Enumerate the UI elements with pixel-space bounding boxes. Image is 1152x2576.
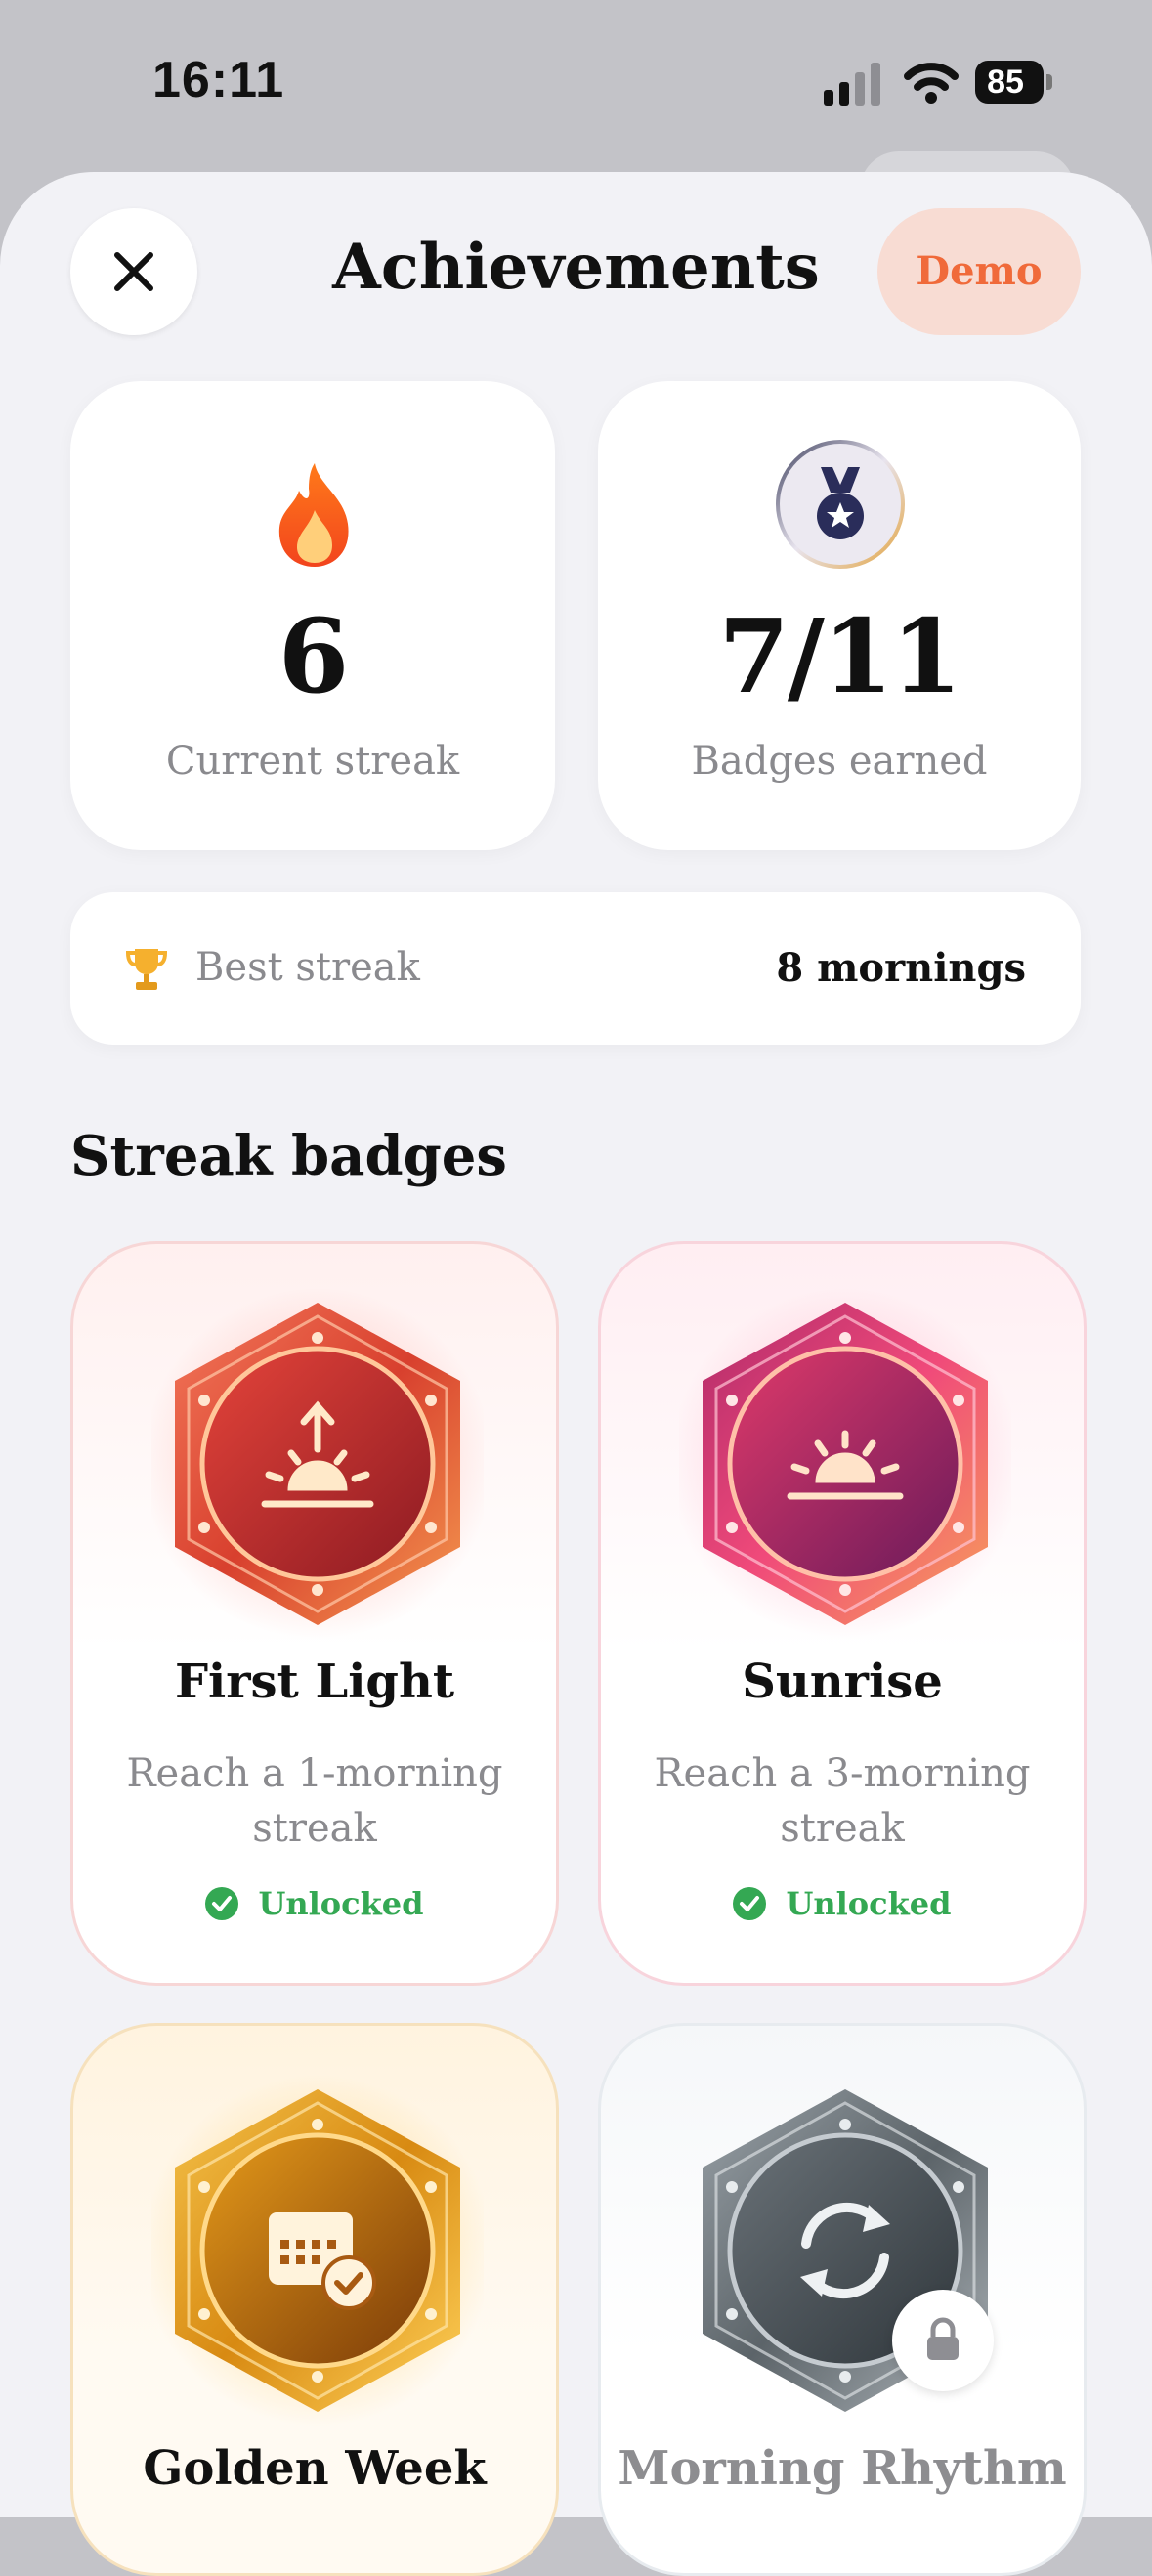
status-time: 16:11 [152,52,285,108]
badge-name: First Light [174,1654,455,1709]
sunrise-badge-emblem [679,1288,1011,1640]
badges-earned-card: 7/11 Badges earned [598,381,1081,850]
badge-name: Golden Week [143,2441,487,2496]
check-circle-icon [205,1887,239,1920]
badge-card-morning-rhythm[interactable]: Morning Rhythm [598,2023,1087,2576]
badge-name: Morning Rhythm [618,2441,1067,2496]
lock-indicator [892,2290,994,2391]
check-circle-icon [733,1887,767,1920]
cellular-signal-icon [824,63,880,106]
badges-earned-label: Badges earned [691,739,988,784]
flame-icon [278,463,349,567]
status-bar: 16:11 85 [0,0,1152,166]
badge-status: Unlocked [601,1885,1084,1922]
badge-description: Reach a 3-morning streak [654,1751,1031,1851]
medal-icon [776,440,905,569]
current-streak-card: 6 Current streak [70,381,555,850]
badge-card-sunrise[interactable]: Sunrise Reach a 3-morning streak Unlocke… [598,1241,1087,1986]
badge-card-first-light[interactable]: First Light Reach a 1-morning streak Unl… [70,1241,559,1986]
lock-icon [927,2317,959,2360]
current-streak-value: 6 [277,596,349,716]
badge-description: Reach a 1-morning streak [126,1751,503,1851]
golden-week-badge-emblem [151,2075,484,2426]
best-streak-row: Best streak 8 mornings [70,892,1081,1045]
battery-icon: 85 [975,61,1053,104]
section-title: Streak badges [70,1124,507,1188]
badges-earned-value: 7/11 [718,596,961,716]
badge-status-text: Unlocked [786,1885,952,1922]
best-streak-label: Best streak [195,945,420,990]
badge-status: Unlocked [73,1885,556,1922]
best-streak-value: 8 mornings [776,945,1026,991]
first-light-badge-emblem [151,1288,484,1640]
battery-level: 85 [987,64,1024,101]
wifi-icon [904,63,959,104]
badge-card-golden-week[interactable]: Golden Week [70,2023,559,2576]
current-streak-label: Current streak [165,739,460,784]
badge-name: Sunrise [742,1654,943,1709]
badge-status-text: Unlocked [258,1885,424,1922]
trophy-icon [125,949,168,990]
demo-button[interactable]: Demo [877,208,1081,335]
